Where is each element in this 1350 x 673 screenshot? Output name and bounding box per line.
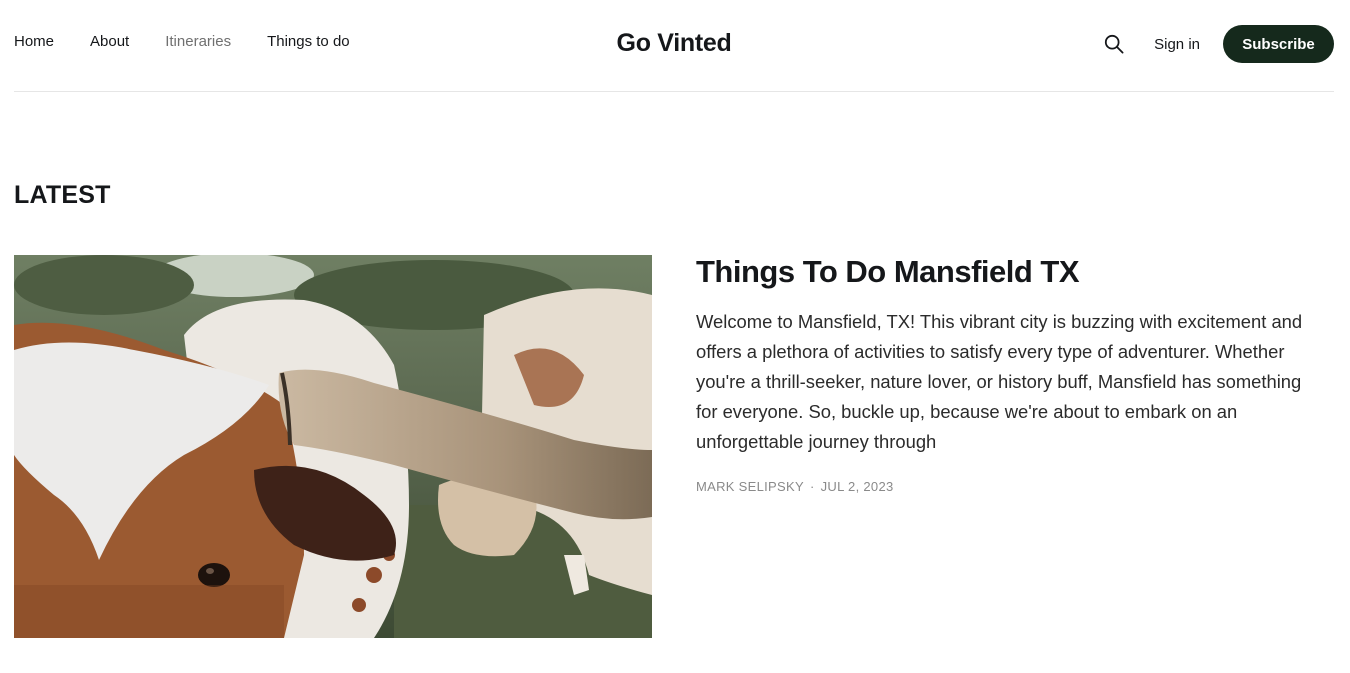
post-date: JUL 2, 2023 <box>820 479 894 494</box>
nav-things-to-do[interactable]: Things to do <box>267 33 350 50</box>
nav-itineraries[interactable]: Itineraries <box>165 33 231 50</box>
site-title[interactable]: Go Vinted <box>617 29 732 57</box>
post-card-text: Things To Do Mansfield TX Welcome to Man… <box>696 253 1326 494</box>
search-button[interactable] <box>1103 33 1125 55</box>
main-nav: Home About Itineraries Things to do <box>14 33 350 50</box>
sign-in-link[interactable]: Sign in <box>1154 36 1200 53</box>
search-icon <box>1105 34 1124 54</box>
post-meta: MARK SELIPSKY · JUL 2, 2023 <box>696 479 1326 494</box>
post-title[interactable]: Things To Do Mansfield TX <box>696 253 1326 291</box>
longhorn-cattle-image <box>14 255 652 638</box>
header-actions: Sign in Subscribe <box>1103 25 1334 63</box>
site-header: Home About Itineraries Things to do Go V… <box>14 0 1334 92</box>
meta-separator: · <box>809 479 815 494</box>
post-excerpt: Welcome to Mansfield, TX! This vibrant c… <box>696 311 1303 452</box>
section-title: LATEST <box>14 181 111 209</box>
post-feature-image[interactable] <box>14 255 652 638</box>
nav-about[interactable]: About <box>90 33 129 50</box>
post-author[interactable]: MARK SELIPSKY <box>696 479 804 494</box>
nav-home[interactable]: Home <box>14 33 54 50</box>
subscribe-button[interactable]: Subscribe <box>1223 25 1334 63</box>
